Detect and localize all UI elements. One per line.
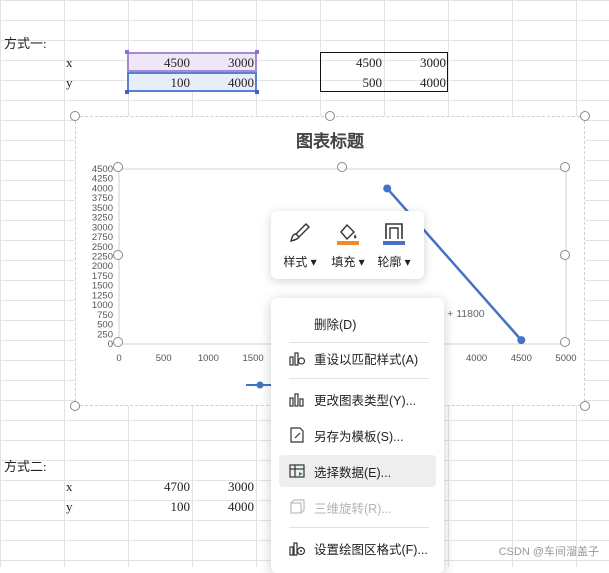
chart-resize-handle[interactable] bbox=[580, 111, 590, 121]
cell-t3-y1[interactable]: 100 bbox=[128, 497, 191, 517]
chart-type-icon bbox=[286, 388, 308, 410]
x-tick-label: 4500 bbox=[511, 353, 532, 364]
menu-item-select-data[interactable]: 选择数据(E)... bbox=[279, 455, 436, 487]
y-tick-label: 1250 bbox=[92, 290, 113, 301]
reset-style-icon bbox=[286, 347, 308, 369]
menu-item-label: 设置绘图区格式(F)... bbox=[314, 542, 428, 557]
chart-resize-handle[interactable] bbox=[325, 111, 335, 121]
cell-t2-y1[interactable]: 500 bbox=[320, 73, 383, 93]
chevron-down-icon: ▾ bbox=[307, 255, 317, 269]
y-tick-label: 2500 bbox=[92, 242, 113, 253]
y-tick-label: 3750 bbox=[92, 193, 113, 204]
section1-label: 方式一: bbox=[4, 36, 47, 51]
menu-item-label: 删除(D) bbox=[314, 317, 357, 332]
y-tick-label: 3500 bbox=[92, 203, 113, 214]
y-tick-label: 1500 bbox=[92, 281, 113, 292]
menu-separator bbox=[289, 378, 429, 379]
outline-icon bbox=[371, 219, 417, 247]
y-tick-label: 3000 bbox=[92, 222, 113, 233]
cell-t1-y2[interactable]: 4000 bbox=[192, 73, 254, 93]
watermark: CSDN @车间溜盖子 bbox=[498, 546, 599, 558]
fill-button[interactable]: 填充 ▾ bbox=[325, 219, 371, 270]
y-tick-label: 2000 bbox=[92, 261, 113, 272]
plot-resize-handle[interactable] bbox=[560, 250, 570, 260]
brush-icon bbox=[277, 219, 323, 247]
chevron-down-icon: ▾ bbox=[401, 255, 411, 269]
cell-t3-x1[interactable]: 4700 bbox=[128, 477, 190, 497]
menu-separator bbox=[289, 527, 429, 528]
plot-resize-handle[interactable] bbox=[560, 162, 570, 172]
chart-resize-handle[interactable] bbox=[70, 401, 80, 411]
x-tick-label: 500 bbox=[156, 353, 172, 364]
row-label-x: x bbox=[66, 479, 73, 494]
data-point bbox=[517, 336, 526, 345]
cell-t2-x1[interactable]: 4500 bbox=[320, 53, 382, 73]
y-tick-label: 3250 bbox=[92, 213, 113, 224]
menu-item-reset-style[interactable]: 重设以匹配样式(A) bbox=[279, 342, 436, 374]
y-tick-label: 4500 bbox=[92, 164, 113, 175]
cell-t1-y1[interactable]: 100 bbox=[128, 73, 191, 93]
row-label-y: y bbox=[66, 499, 73, 514]
cell-t3-x2[interactable]: 3000 bbox=[192, 477, 254, 497]
format-plot-area-icon bbox=[286, 537, 308, 559]
row-label-y: y bbox=[66, 75, 73, 90]
menu-item-label: 重设以匹配样式(A) bbox=[314, 352, 419, 367]
y-tick-label: 500 bbox=[97, 320, 113, 331]
chart-quick-toolbar: 样式 ▾ 填充 ▾ 轮廓 ▾ bbox=[271, 211, 424, 279]
y-tick-label: 4000 bbox=[92, 183, 113, 194]
fill-label: 填充 bbox=[331, 255, 356, 269]
outline-button[interactable]: 轮廓 ▾ bbox=[371, 219, 417, 270]
fill-bucket-icon bbox=[325, 219, 371, 247]
plot-resize-handle[interactable] bbox=[113, 250, 123, 260]
chart-resize-handle[interactable] bbox=[580, 401, 590, 411]
section2-label: 方式二: bbox=[4, 459, 47, 474]
menu-item-delete[interactable]: 删除(D) bbox=[279, 307, 436, 339]
menu-item-label: 选择数据(E)... bbox=[314, 465, 392, 480]
plot-resize-handle[interactable] bbox=[113, 337, 123, 347]
style-button[interactable]: 样式 ▾ bbox=[277, 219, 323, 270]
menu-item-format-plot-area[interactable]: 设置绘图区格式(F)... bbox=[279, 532, 436, 564]
range-handle[interactable] bbox=[255, 90, 259, 94]
save-template-icon bbox=[286, 424, 308, 446]
y-tick-label: 4250 bbox=[92, 174, 113, 185]
legend-marker bbox=[256, 381, 264, 389]
y-tick-label: 1750 bbox=[92, 271, 113, 282]
x-tick-label: 0 bbox=[116, 353, 121, 364]
cell-t1-x2[interactable]: 3000 bbox=[192, 53, 254, 73]
context-menu: 删除(D) 重设以匹配样式(A) 更改图表类型(Y)... 另存为模板(S)..… bbox=[271, 298, 444, 573]
style-label: 样式 bbox=[283, 255, 308, 269]
menu-item-label: 三维旋转(R)... bbox=[314, 501, 392, 516]
x-tick-label: 1500 bbox=[243, 353, 264, 364]
menu-item-label: 更改图表类型(Y)... bbox=[314, 393, 417, 408]
menu-item-save-template[interactable]: 另存为模板(S)... bbox=[279, 419, 436, 451]
range-handle[interactable] bbox=[255, 50, 259, 54]
y-tick-label: 2750 bbox=[92, 232, 113, 243]
y-tick-label: 750 bbox=[97, 310, 113, 321]
y-tick-label: 1000 bbox=[92, 300, 113, 311]
cell-t2-x2[interactable]: 3000 bbox=[384, 53, 446, 73]
trendline-label: x + 11800 bbox=[439, 308, 485, 320]
cell-t3-y2[interactable]: 4000 bbox=[192, 497, 254, 517]
plot-resize-handle[interactable] bbox=[337, 162, 347, 172]
menu-item-3d-rotate[interactable]: 三维旋转(R)... bbox=[279, 491, 436, 523]
cell-t2-y2[interactable]: 4000 bbox=[384, 73, 446, 93]
outline-label: 轮廓 bbox=[377, 255, 402, 269]
menu-item-change-chart-type[interactable]: 更改图表类型(Y)... bbox=[279, 383, 436, 415]
x-tick-label: 1000 bbox=[198, 353, 219, 364]
cell-t1-x1[interactable]: 4500 bbox=[128, 53, 190, 73]
3d-rotate-icon bbox=[286, 496, 308, 518]
chart-resize-handle[interactable] bbox=[70, 111, 80, 121]
chevron-down-icon: ▾ bbox=[355, 255, 365, 269]
y-tick-label: 2250 bbox=[92, 252, 113, 263]
menu-item-label: 另存为模板(S)... bbox=[314, 429, 404, 444]
row-label-x: x bbox=[66, 55, 73, 70]
plot-resize-handle[interactable] bbox=[113, 162, 123, 172]
y-tick-label: 250 bbox=[97, 329, 113, 340]
select-data-icon bbox=[286, 460, 308, 482]
x-tick-label: 5000 bbox=[555, 353, 576, 364]
data-point bbox=[383, 184, 392, 193]
plot-resize-handle[interactable] bbox=[560, 337, 570, 347]
x-tick-label: 4000 bbox=[466, 353, 487, 364]
